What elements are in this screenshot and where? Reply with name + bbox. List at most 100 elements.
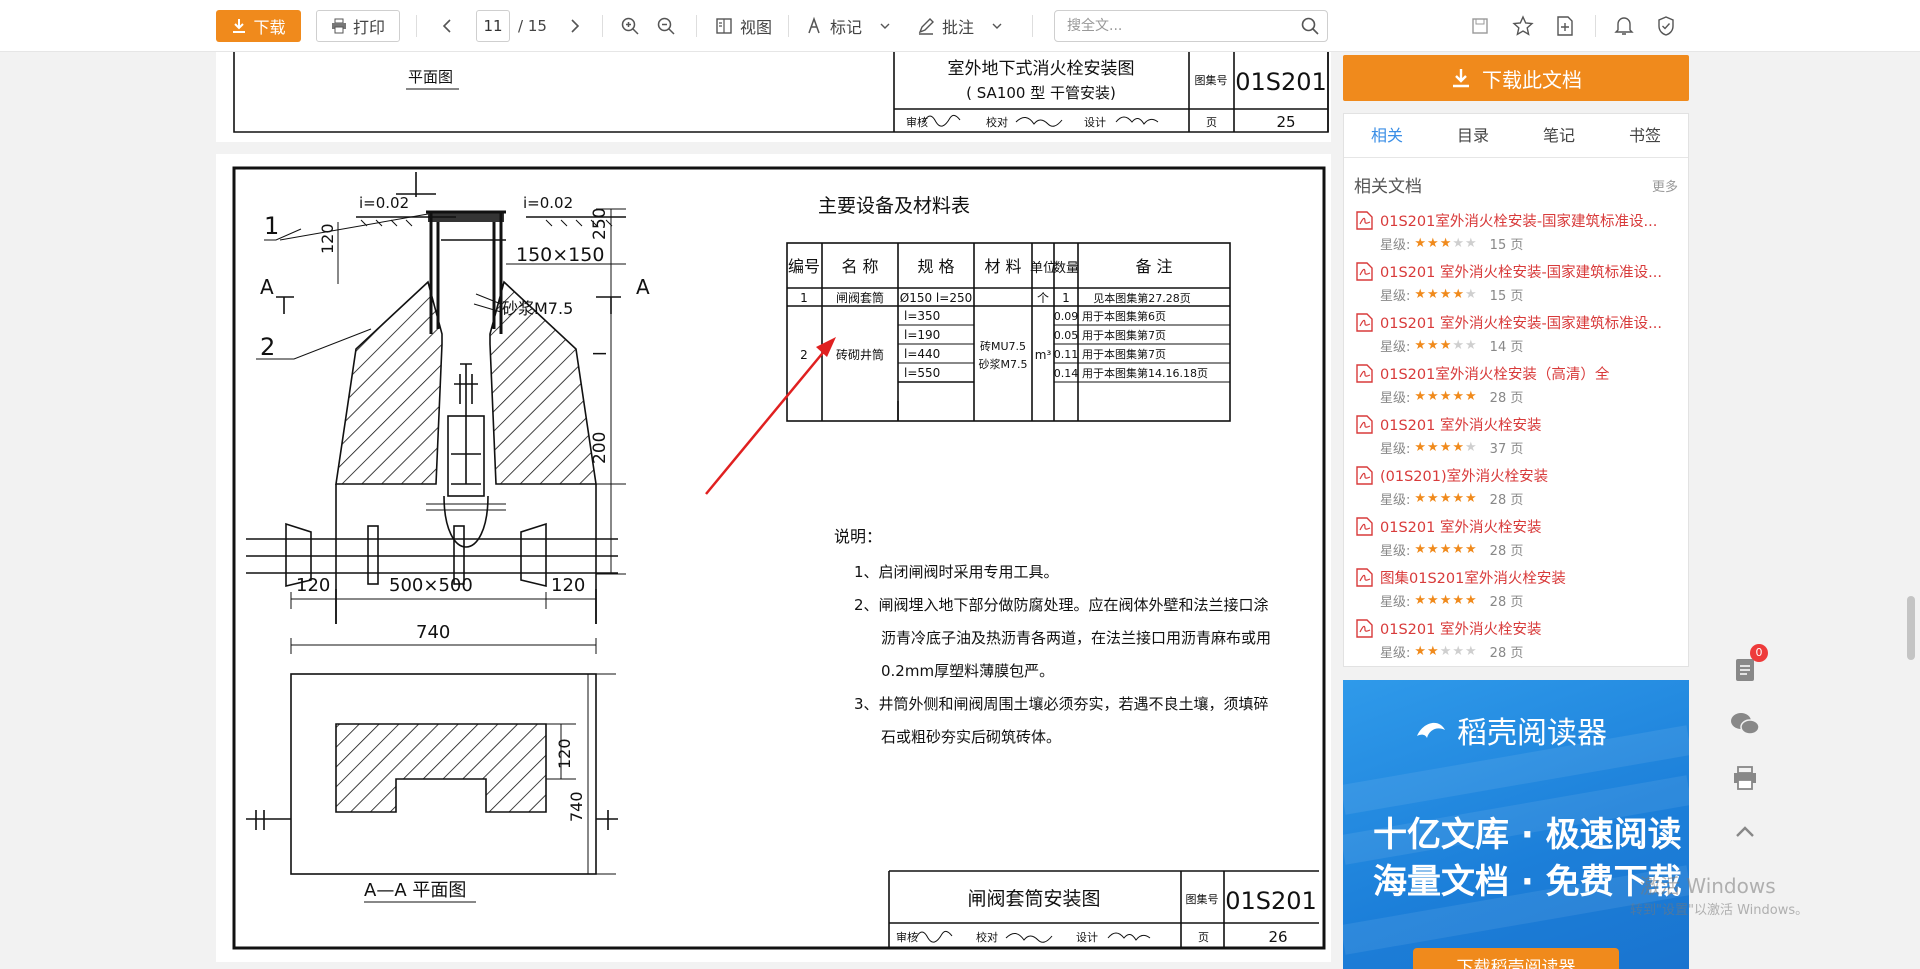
page-number: 25 xyxy=(1276,113,1295,131)
tab-bookmarks[interactable]: 书签 xyxy=(1602,114,1688,157)
export-icon[interactable] xyxy=(1555,15,1575,37)
title-block: 闸阀套筒安装图 图集号 01S201 审核 校对 设计 页 26 xyxy=(888,870,1319,948)
star-rating-label: 星级: xyxy=(1380,391,1411,406)
divider xyxy=(1032,15,1033,37)
shield-check-icon[interactable] xyxy=(1656,15,1676,37)
related-doc-item[interactable]: 01S201 室外消火栓安装 星级: ★★★★★ 37 页 xyxy=(1354,414,1684,465)
material-table: 编号 名 称 规 格 材 料 单位 数量 备 注 1 闸阀套筒 Ø150 l=2… xyxy=(786,242,1231,422)
related-doc-item[interactable]: (01S201)室外消火栓安装 星级: ★★★★★ 28 页 xyxy=(1354,465,1684,516)
row2-qty-4: 0.14 xyxy=(1054,367,1079,380)
document-viewer[interactable]: 平面图 室外地下式消火栓安装图 ( SA100 型 干管安装) 图集号 01S2… xyxy=(216,52,1331,969)
toolbar: 下载 打印 11 / 15 视图 标记 批注 搜全文... xyxy=(0,0,1920,52)
search-icon[interactable] xyxy=(1300,16,1320,36)
related-doc-title[interactable]: 01S201 室外消火栓安装 xyxy=(1380,516,1680,537)
related-doc-title[interactable]: 01S201 室外消火栓安装 xyxy=(1380,414,1680,435)
bell-icon[interactable] xyxy=(1614,15,1634,37)
related-doc-item[interactable]: 01S201室外消火栓安装-国家建筑标准设... 星级: ★★★★★ 15 页 xyxy=(1354,210,1684,261)
row2-qty-3: 0.11 xyxy=(1054,348,1079,361)
atlas-label: 图集号 xyxy=(1186,892,1219,906)
pdf-file-icon xyxy=(1356,568,1373,587)
dim-200: 200 xyxy=(590,432,610,464)
section-a-right: A xyxy=(636,275,650,299)
related-doc-item[interactable]: 01S201 室外消火栓安装 星级: ★★★★★ 28 页 xyxy=(1354,618,1684,669)
divider xyxy=(602,15,603,37)
search-input[interactable]: 搜全文... xyxy=(1054,10,1328,42)
annotate-menu-button[interactable]: 批注 xyxy=(916,10,1004,42)
tab-toc[interactable]: 目录 xyxy=(1430,114,1516,157)
next-page-button[interactable] xyxy=(564,10,584,42)
page-scrollbar[interactable] xyxy=(1902,52,1920,969)
page-count: 14 页 xyxy=(1489,340,1524,355)
related-doc-title[interactable]: 01S201室外消火栓安装（高清）全 xyxy=(1380,363,1680,384)
pdf-file-icon xyxy=(1356,364,1373,383)
reader-logo: 稻壳阅读器 xyxy=(1413,708,1607,752)
row2-spec-1: l=350 xyxy=(904,309,940,323)
prev-page-button[interactable] xyxy=(438,10,458,42)
back-to-top-button[interactable] xyxy=(1720,812,1770,852)
row2-note-4: 用于本图集第14.16.18页 xyxy=(1082,366,1208,380)
download-document-label: 下载此文档 xyxy=(1482,67,1582,92)
annotation-arrowhead xyxy=(816,337,836,357)
app-download-button[interactable] xyxy=(1720,758,1770,798)
related-doc-title[interactable]: 01S201 室外消火栓安装 xyxy=(1380,618,1680,639)
page-total: / 15 xyxy=(518,17,547,35)
related-doc-meta: 星级: ★★★★★ 37 页 xyxy=(1380,438,1523,457)
more-link[interactable]: 更多 xyxy=(1652,176,1678,195)
windows-activation-title: 激活 Windows xyxy=(1640,874,1776,898)
page-count: 37 页 xyxy=(1489,442,1524,457)
zoom-in-icon xyxy=(621,17,639,35)
scrollbar-thumb[interactable] xyxy=(1907,596,1915,660)
divider xyxy=(696,15,697,37)
download-button[interactable]: 下载 xyxy=(216,10,301,42)
chevron-down-icon xyxy=(992,23,1002,29)
related-doc-meta: 星级: ★★★★★ 28 页 xyxy=(1380,489,1523,508)
reader-ad-banner[interactable]: 稻壳阅读器 十亿文库 · 极速阅读 海量文档 · 免费下载 下载稻壳阅读器 xyxy=(1343,680,1689,969)
page25-subtitle: ( SA100 型 干管安装) xyxy=(966,84,1116,102)
star-icon[interactable] xyxy=(1512,15,1534,37)
view-menu-button[interactable]: 视图 xyxy=(714,10,772,42)
star-rating: ★★★★★ xyxy=(1414,491,1478,506)
dim-150x150: 150×150 xyxy=(516,244,604,266)
zoom-in-button[interactable] xyxy=(620,10,640,42)
chevron-down-icon xyxy=(880,23,890,29)
related-doc-title[interactable]: (01S201)室外消火栓安装 xyxy=(1380,465,1680,486)
page-count: 28 页 xyxy=(1489,544,1524,559)
related-doc-title[interactable]: 01S201 室外消火栓安装-国家建筑标准设... xyxy=(1380,312,1680,333)
zoom-out-button[interactable] xyxy=(656,10,676,42)
row1-spec: Ø150 l=250 xyxy=(900,291,972,305)
review-label: 审核 xyxy=(896,930,918,944)
related-doc-item[interactable]: 01S201 室外消火栓安装-国家建筑标准设... 星级: ★★★★★ 14 页 xyxy=(1354,312,1684,363)
download-label: 下载 xyxy=(253,18,286,37)
star-rating: ★★★★★ xyxy=(1414,440,1478,455)
save-icon[interactable] xyxy=(1470,16,1490,36)
row2-name: 砖砌井筒 xyxy=(836,347,884,362)
tab-related[interactable]: 相关 xyxy=(1344,114,1430,157)
download-reader-button[interactable]: 下载稻壳阅读器 xyxy=(1413,948,1619,969)
callout-1: 1 xyxy=(264,212,279,240)
related-doc-meta: 星级: ★★★★★ 15 页 xyxy=(1380,285,1523,304)
chevron-up-icon xyxy=(1736,826,1754,837)
row2-spec-3: l=440 xyxy=(904,347,940,361)
related-doc-item[interactable]: 01S201室外消火栓安装（高清）全 星级: ★★★★★ 28 页 xyxy=(1354,363,1684,414)
pdf-file-icon xyxy=(1356,466,1373,485)
related-doc-title[interactable]: 01S201室外消火栓安装-国家建筑标准设... xyxy=(1380,210,1680,231)
mark-menu-button[interactable]: 标记 xyxy=(804,10,892,42)
wechat-icon xyxy=(1731,713,1760,735)
book-icon xyxy=(716,18,732,34)
doc-notes-button[interactable]: 0 xyxy=(1720,644,1770,690)
related-doc-title[interactable]: 图集01S201室外消火栓安装 xyxy=(1380,567,1680,588)
related-doc-title[interactable]: 01S201 室外消火栓安装-国家建筑标准设... xyxy=(1380,261,1680,282)
wechat-button[interactable] xyxy=(1720,704,1770,744)
related-doc-item[interactable]: 图集01S201室外消火栓安装 星级: ★★★★★ 28 页 xyxy=(1354,567,1684,618)
download-document-button[interactable]: 下载此文档 xyxy=(1343,55,1689,101)
star-rating: ★★★★★ xyxy=(1414,236,1478,251)
page-number-input[interactable]: 11 xyxy=(476,10,510,42)
related-doc-item[interactable]: 01S201 室外消火栓安装-国家建筑标准设... 星级: ★★★★★ 15 页 xyxy=(1354,261,1684,312)
print-button[interactable]: 打印 xyxy=(316,10,400,42)
related-doc-item[interactable]: 01S201 室外消火栓安装 星级: ★★★★★ 28 页 xyxy=(1354,516,1684,567)
row1-qty: 1 xyxy=(1062,291,1070,305)
plan-label: 平面图 xyxy=(408,68,453,86)
reader-logo-text: 稻壳阅读器 xyxy=(1457,716,1607,751)
document-icon xyxy=(1736,659,1754,681)
tab-notes[interactable]: 笔记 xyxy=(1516,114,1602,157)
